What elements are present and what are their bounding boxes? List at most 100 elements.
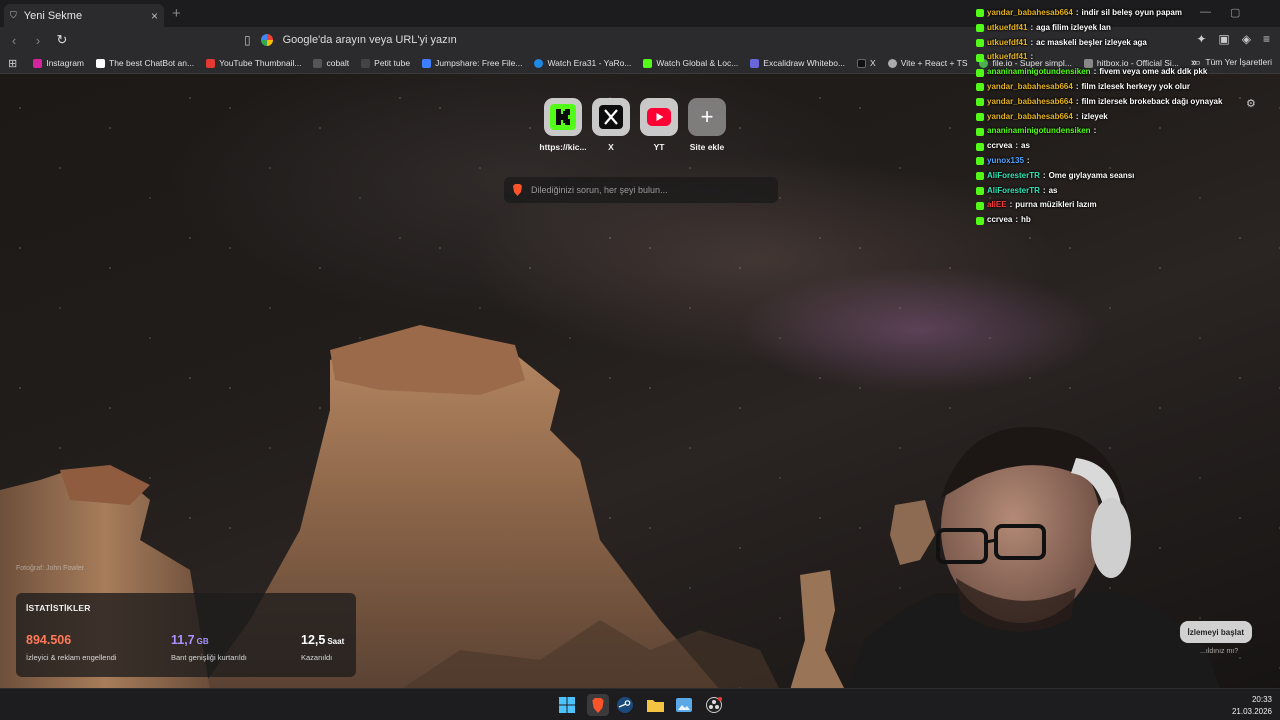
stat-description: İzleyici & reklam engellendi xyxy=(26,653,117,662)
stat-trackers-blocked: 894.506 İzleyici & reklam engellendi xyxy=(26,631,116,662)
stats-title: İSTATİSTİKLER xyxy=(26,603,91,613)
menu-icon[interactable]: ≡ xyxy=(1263,32,1270,46)
chat-separator: : xyxy=(1075,8,1079,17)
chat-text: Ome gıylayama seansı xyxy=(1048,170,1135,180)
bookmark-item[interactable]: X xyxy=(851,58,882,68)
top-site-kick[interactable]: https://kic... xyxy=(539,98,587,152)
new-tab-button[interactable]: + xyxy=(172,5,181,22)
stat-value: 894.506 xyxy=(26,633,72,647)
chat-text: ac maskeli beşler izleyek aga xyxy=(1036,37,1147,47)
bookmark-item[interactable]: Watch Global & Loc... xyxy=(637,58,744,68)
chat-text: aga filim izleyek lan xyxy=(1036,22,1111,32)
apps-grid-icon[interactable]: ⊞ xyxy=(8,57,17,70)
chat-separator: : xyxy=(1093,67,1097,77)
kick-badge-icon xyxy=(976,186,984,195)
file-explorer-icon[interactable] xyxy=(646,696,664,714)
bookmark-item[interactable]: YouTube Thumbnail... xyxy=(200,58,307,68)
overlay-link[interactable]: ...ıldınız mı? xyxy=(1200,648,1238,655)
kick-badge-icon xyxy=(976,142,984,151)
bookmark-icon[interactable]: ▯ xyxy=(244,33,251,47)
kick-badge-icon xyxy=(976,201,984,210)
stat-value: 11,7 xyxy=(171,633,195,647)
chat-username[interactable]: ccrvea xyxy=(987,139,1012,154)
chat-username[interactable]: yandar_babahesab664 xyxy=(987,95,1073,110)
address-bar[interactable]: ▯ Google'da arayın veya URL'yi yazın xyxy=(244,29,974,51)
windows-start-icon[interactable] xyxy=(558,696,576,714)
chat-message: utkuefdf41: aga filim izleyek lan xyxy=(976,21,1236,36)
kick-badge-icon xyxy=(976,127,984,136)
chat-separator: : xyxy=(1030,22,1034,32)
chat-username[interactable]: utkuefdf41 xyxy=(987,21,1027,36)
stream-chat-overlay: yandar_babahesab664: indir sil beleş oyun… xyxy=(976,6,1236,228)
chat-message: ananinaminigotundensiken: xyxy=(976,124,1236,139)
chat-separator: : xyxy=(1042,170,1046,180)
chat-username[interactable]: utkuefdf41 xyxy=(987,36,1027,51)
photos-icon[interactable] xyxy=(675,696,693,714)
bookmark-item[interactable]: Instagram xyxy=(27,58,90,68)
chat-username[interactable]: yandar_babahesab664 xyxy=(987,80,1073,95)
bookmark-item[interactable]: Vite + React + TS xyxy=(882,58,974,68)
reload-icon[interactable]: ↻ xyxy=(52,32,72,48)
bookmark-item[interactable]: cobalt xyxy=(307,58,355,68)
chat-message: yandar_babahesab664: indir sil beleş oyun… xyxy=(976,6,1236,21)
chat-username[interactable]: AliForesterTR xyxy=(987,169,1040,184)
tab-new-tab[interactable]: ⛉ Yeni Sekme × xyxy=(4,4,164,27)
chat-username[interactable]: yandar_babahesab664 xyxy=(987,6,1073,21)
bookmark-item[interactable]: Excalidraw Whitebo... xyxy=(744,58,851,68)
chat-username[interactable]: yunox135 xyxy=(987,154,1024,169)
stat-unit: Saat xyxy=(327,637,345,646)
chat-username[interactable]: ananinaminigotundensiken xyxy=(987,124,1091,139)
kick-badge-icon xyxy=(976,38,984,47)
bookmark-item[interactable]: Petit tube xyxy=(355,58,416,68)
chat-message: AliForesterTR: Ome gıylayama seansı xyxy=(976,169,1236,184)
chat-username[interactable]: utkuefdf41 xyxy=(987,50,1027,65)
clock-date: 21.03.2026 xyxy=(1231,707,1272,716)
chat-separator: : xyxy=(1015,215,1019,225)
system-clock[interactable]: 20:33 21.03.2026 xyxy=(1232,694,1272,718)
taskbar: 20:33 21.03.2026 xyxy=(0,688,1280,720)
cobalt-icon xyxy=(313,58,323,68)
search-placeholder: Dilediğinizi sorun, her şeyi bulun... xyxy=(531,185,668,195)
chat-username[interactable]: AliForesterTR xyxy=(987,184,1040,199)
stat-bandwidth-saved: 11,7 GB Bant genişliği kurtarıldı xyxy=(171,631,247,662)
webcam-overlay xyxy=(846,426,1220,688)
bookmark-item[interactable]: Jumpshare: Free File... xyxy=(416,58,528,68)
chat-message: aliEE: purna müzikleri lazım xyxy=(976,198,1236,213)
kick-badge-icon xyxy=(976,68,984,77)
bookmark-item[interactable]: Watch Era31 - YaRo... xyxy=(528,58,637,68)
steam-icon[interactable] xyxy=(616,696,634,714)
obs-icon[interactable] xyxy=(705,696,723,714)
brave-browser-icon[interactable] xyxy=(587,694,609,716)
stat-value: 12,5 xyxy=(301,633,326,647)
back-icon[interactable]: ‹ xyxy=(4,33,24,48)
chat-text: hb xyxy=(1021,215,1031,225)
youtube-icon xyxy=(640,98,678,136)
kick-badge-icon xyxy=(976,216,984,225)
close-tab-icon[interactable]: × xyxy=(151,9,158,23)
chat-message: yandar_babahesab664: film izlesek herkeyy… xyxy=(976,80,1236,95)
youtube-thumbnail-icon xyxy=(206,58,216,68)
chat-username[interactable]: ananinaminigotundensiken xyxy=(987,65,1091,80)
chat-username[interactable]: yandar_babahesab664 xyxy=(987,110,1073,125)
chat-username[interactable]: ccrvea xyxy=(987,213,1012,228)
forward-icon[interactable]: › xyxy=(28,33,48,48)
chat-message: ccrvea: hb xyxy=(976,213,1236,228)
chat-username[interactable]: aliEE xyxy=(987,198,1007,213)
bookmark-item[interactable]: The best ChatBot an... xyxy=(90,58,200,68)
top-site-x[interactable]: X xyxy=(592,98,630,152)
start-watching-button[interactable]: İzlemeyi başlat xyxy=(1180,621,1252,643)
chat-text: fivem veya ome adk ddk pkk xyxy=(1099,67,1208,77)
chat-message: AliForesterTR: as xyxy=(976,184,1236,199)
top-site-youtube[interactable]: YT xyxy=(640,98,678,152)
brave-rewards-icon[interactable]: ◈ xyxy=(1242,32,1251,46)
search-input[interactable]: Dilediğinizi sorun, her şeyi bulun... xyxy=(504,177,778,203)
chatbot-icon xyxy=(96,58,106,68)
kick-badge-icon xyxy=(976,157,984,166)
petit-tube-icon xyxy=(361,58,371,68)
add-site-button[interactable]: + Site ekle xyxy=(688,98,726,152)
x-icon xyxy=(857,58,867,68)
x-icon xyxy=(592,98,630,136)
chat-separator: : xyxy=(1093,126,1097,136)
gear-icon[interactable]: ⚙ xyxy=(1246,97,1256,110)
chat-message: utkuefdf41: ac maskeli beşler izleyek aga xyxy=(976,36,1236,51)
